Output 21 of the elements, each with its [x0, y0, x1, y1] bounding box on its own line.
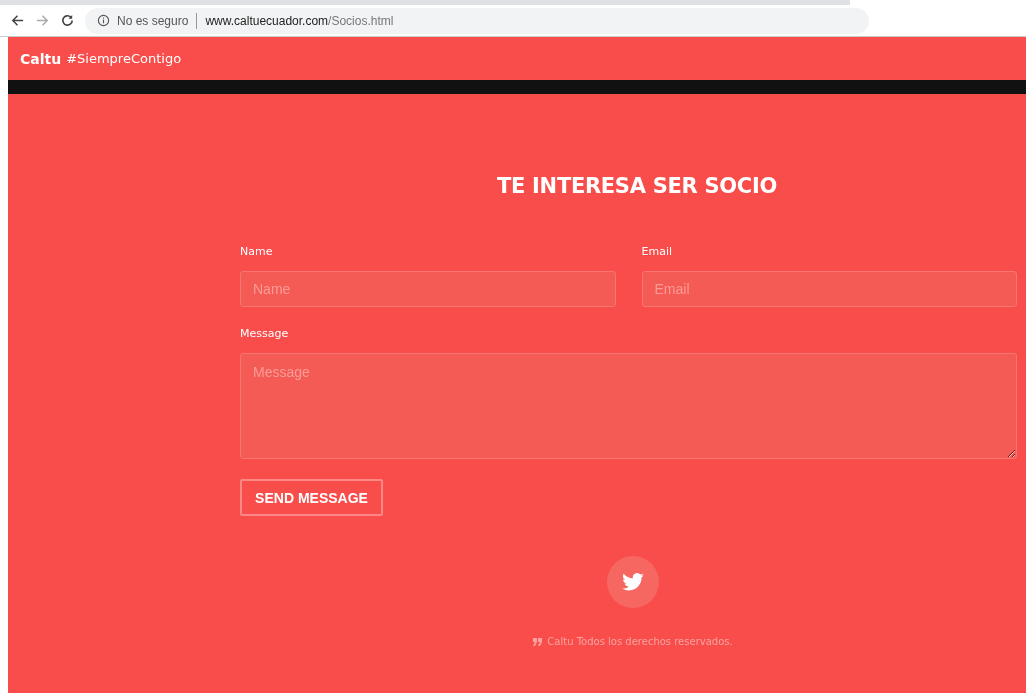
- field-label: Name: [240, 245, 274, 258]
- reload-icon[interactable]: [60, 13, 75, 28]
- message-field[interactable]: Message: [240, 353, 1017, 459]
- input-field[interactable]: Email: [641, 271, 1017, 307]
- url-path: /Socios.html: [328, 13, 394, 28]
- address-bar[interactable]: No es seguro www.caltuecuador.com/Socios.html: [85, 7, 869, 34]
- url-host: www.caltuecuador.com: [205, 13, 329, 28]
- bird-icon: [622, 573, 644, 591]
- security-label: No es seguro: [117, 13, 189, 28]
- input-field[interactable]: Name: [240, 271, 616, 307]
- field-label: Email: [641, 245, 674, 258]
- send-button[interactable]: SEND MESSAGE: [240, 479, 383, 516]
- tagline: #SiempreContigo: [66, 51, 182, 66]
- twitter-button[interactable]: [607, 556, 659, 608]
- back-icon[interactable]: [10, 13, 25, 28]
- field-label: Message: [240, 327, 290, 340]
- quote-icon: [533, 637, 544, 646]
- form-title: TE INTERESA SER SOCIO: [497, 174, 777, 198]
- info-icon: [97, 14, 110, 27]
- brand-name[interactable]: Caltu: [20, 50, 62, 67]
- copyright-text: Caltu Todos los derechos reservados.: [547, 636, 733, 647]
